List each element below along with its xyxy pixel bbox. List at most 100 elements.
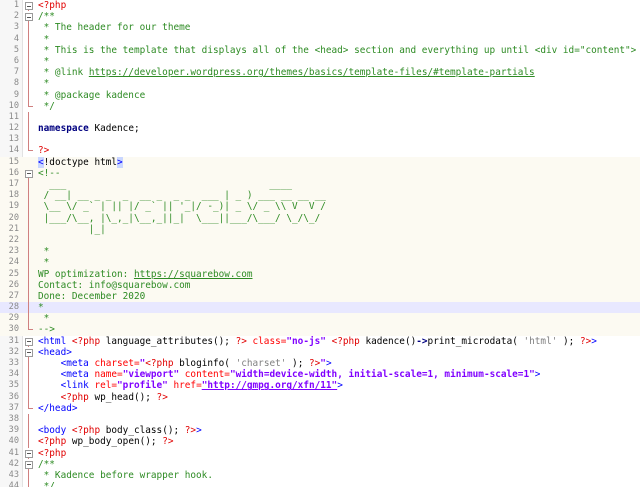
token-php: <?php — [331, 335, 360, 347]
fold-toggle-icon[interactable] — [24, 459, 34, 470]
token-fn: ); — [557, 335, 580, 347]
code-line[interactable]: 41 <?php — [0, 448, 640, 459]
code-line[interactable]: 15 <!doctype html> — [0, 156, 640, 168]
line-number: 16 — [8, 167, 19, 178]
fold-toggle-icon[interactable] — [24, 336, 34, 347]
code-line[interactable]: 44 */ — [0, 481, 640, 487]
token-comment: |_| — [38, 223, 106, 235]
code-line[interactable]: 35 <link rel="profile" href="http://gmpg… — [0, 380, 640, 392]
code-line[interactable]: 22 — [0, 234, 640, 247]
fold-toggle-icon[interactable] — [24, 347, 34, 358]
fold-toggle-icon[interactable] — [24, 168, 34, 179]
line-number: 17 — [8, 179, 19, 189]
fold-line — [24, 268, 34, 280]
code-line[interactable]: 43 * Kadence before wrapper hook. — [0, 469, 640, 482]
token-dtbr: > — [117, 156, 123, 168]
token-fn: kadence() — [359, 335, 417, 347]
token-str: 'html' — [523, 335, 558, 347]
code-line[interactable]: 1 <?php — [0, 0, 640, 12]
code-line[interactable]: 30 --> — [0, 324, 640, 336]
fold-toggle-icon[interactable] — [24, 11, 34, 23]
code-line[interactable]: 27 Done: December 2020 — [0, 290, 640, 303]
code-line[interactable]: 20 |___/\__, |\_,_|\__,_||_| \___||___/\… — [0, 212, 640, 224]
code-line[interactable]: 28 * — [0, 302, 640, 314]
fold-toggle-icon[interactable] — [24, 448, 34, 459]
code-line[interactable]: 16 <!-- — [0, 167, 640, 179]
line-number: 26 — [8, 279, 19, 290]
code-line[interactable]: 42 /** — [0, 459, 640, 470]
fold-line — [24, 290, 34, 303]
token-val: "no-js" — [286, 335, 326, 347]
fold-line — [24, 425, 34, 437]
line-number: 22 — [8, 234, 19, 245]
code-line[interactable]: 36 <?php wp_head(); ?> — [0, 391, 640, 403]
code-line[interactable]: 9 * @package kadence — [0, 89, 640, 101]
fold-line — [24, 201, 34, 213]
code-area[interactable]: 1 <?php 2/** 3 * The header for our theme 4 … — [0, 0, 640, 487]
code-line[interactable]: 5 * This is the template that displays a… — [0, 44, 640, 56]
code-line[interactable]: 40 <?php wp_body_open(); ?> — [0, 436, 640, 448]
code-line[interactable]: 34 <meta name="viewport" content="width=… — [0, 369, 640, 381]
code-line[interactable]: 2 /** — [0, 11, 640, 23]
code-line[interactable]: 19 \__ \/ _` | || |/ _` || '_|/ -_)| _ \… — [0, 201, 640, 213]
token-attr: name= — [94, 369, 123, 381]
line-number: 4 — [13, 33, 19, 44]
token-arrow: -> — [416, 335, 428, 347]
code-line[interactable]: 33 <meta charset="<?php bloginfo( 'chars… — [0, 358, 640, 370]
code-line[interactable]: 39 <body <?php body_class(); ?>> — [0, 425, 640, 437]
token-comment: |___/\__, |\_,_|\__,_||_| \___||___/\___… — [38, 212, 321, 224]
token-php: ?> — [156, 391, 168, 403]
line-number: 30 — [8, 324, 19, 335]
code-line[interactable]: 14 ?> — [0, 145, 640, 156]
line-text: * — [38, 34, 50, 45]
fold-toggle-icon[interactable] — [24, 0, 34, 12]
fold-line — [24, 279, 34, 291]
line-number: 11 — [8, 111, 19, 122]
code-line[interactable]: 18 / __| __ _ _ _ __ _ _ _ ___ | _ ) ___… — [0, 190, 640, 202]
code-line[interactable]: 4 * — [0, 33, 640, 45]
token-tag: <meta — [60, 369, 95, 381]
code-line[interactable]: 25 WP optimization: https://squarebow.com — [0, 268, 640, 280]
code-line[interactable]: 13 — [0, 134, 640, 146]
code-line[interactable]: 29 * — [0, 313, 640, 325]
code-line[interactable]: 31 <html <?php language_attributes(); ?> … — [0, 336, 640, 347]
token-comment: * — [38, 78, 50, 90]
code-line[interactable]: 6 * — [0, 55, 640, 68]
token-comment: \__ \/ _` | || |/ _` || '_|/ -_)| _ \/ _… — [38, 201, 326, 213]
token-php: ?> — [579, 335, 592, 347]
line-text: namespace Kadence; — [38, 123, 140, 134]
fold-line — [24, 302, 34, 314]
fold-line — [24, 212, 34, 224]
code-line[interactable]: 7 * @link https://developer.wordpress.or… — [0, 67, 640, 79]
line-number: 32 — [8, 346, 19, 357]
fold-line — [24, 257, 34, 269]
code-line[interactable]: 17 ___ ____ — [0, 179, 640, 191]
fold-line — [24, 369, 34, 381]
code-line[interactable]: 26 Contact: info@squarebow.com — [0, 279, 640, 291]
code-line[interactable]: 37 </head> — [0, 402, 640, 414]
token-comment: * — [38, 257, 50, 269]
code-line[interactable]: 32 <head> — [0, 347, 640, 358]
code-line[interactable]: 21 |_| — [0, 223, 640, 235]
token-php: ?> — [38, 145, 50, 157]
line-text: * The header for our theme — [38, 22, 191, 33]
line-number: 28 — [8, 302, 19, 313]
code-editor[interactable]: 1 <?php 2/** 3 * The header for our theme 4 … — [0, 0, 640, 487]
code-line[interactable]: 10 */ — [0, 100, 640, 112]
code-line[interactable]: 24 * — [0, 257, 640, 269]
code-line[interactable]: 8 * — [0, 78, 640, 90]
code-line[interactable]: 12 namespace Kadence; — [0, 123, 640, 135]
code-line[interactable]: 11 — [0, 111, 640, 124]
code-line[interactable]: 3 * The header for our theme — [0, 22, 640, 34]
code-line[interactable]: 23 * — [0, 246, 640, 258]
line-number: 44 — [8, 481, 19, 487]
token-val: "viewport" — [122, 369, 180, 381]
fold-line — [24, 44, 34, 56]
code-line[interactable]: 38 — [0, 413, 640, 426]
token-attr: class= — [246, 335, 287, 347]
fold-end-marker — [24, 145, 34, 156]
token-php: <?php — [60, 391, 89, 403]
line-number: 20 — [8, 212, 19, 223]
